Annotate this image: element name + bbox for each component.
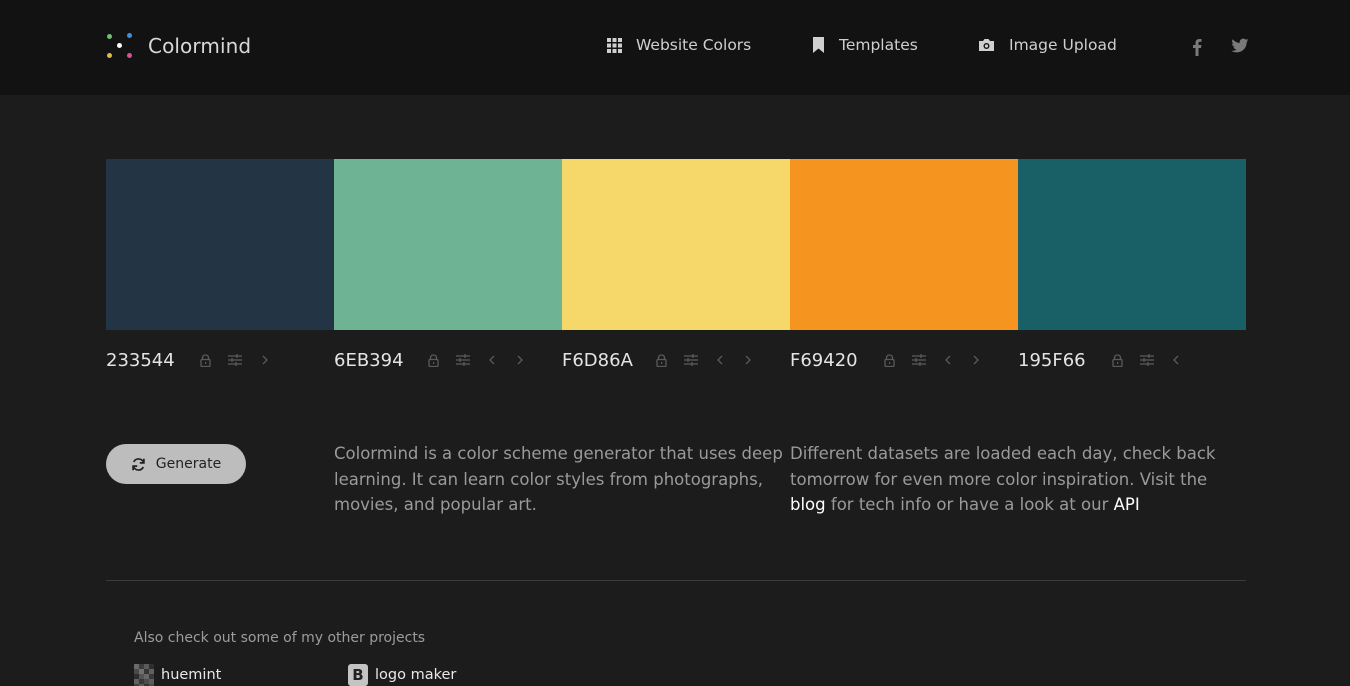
- brand-logo[interactable]: Colormind: [106, 31, 251, 61]
- lock-icon[interactable]: [874, 347, 904, 373]
- blog-link[interactable]: blog: [790, 495, 826, 514]
- camera-icon: [979, 39, 994, 51]
- swatch-1-controls: 233544: [106, 347, 280, 373]
- lock-icon[interactable]: [1102, 347, 1132, 373]
- grid-icon: [607, 37, 622, 53]
- section-divider: [106, 580, 1246, 581]
- chevron-right-icon[interactable]: [506, 347, 534, 373]
- swatch-2[interactable]: [334, 159, 562, 330]
- other-projects-heading: Also check out some of my other projects: [134, 630, 426, 646]
- twitter-icon: [1231, 38, 1249, 53]
- nav-image-upload[interactable]: Image Upload: [978, 36, 1117, 54]
- brand-name: Colormind: [148, 34, 252, 58]
- project-logo-maker-label: logo maker: [375, 667, 457, 683]
- swatch-3[interactable]: [562, 159, 790, 330]
- chevron-right-icon[interactable]: [734, 347, 762, 373]
- project-huemint[interactable]: huemint: [134, 664, 221, 686]
- chevron-left-icon[interactable]: [1162, 347, 1190, 373]
- palette-controls: 233544 6EB394 F6D86A F69420 195F66: [106, 347, 1246, 373]
- generate-button[interactable]: Generate: [106, 444, 246, 484]
- swatch-5[interactable]: [1018, 159, 1246, 330]
- adjust-sliders-icon[interactable]: [904, 347, 934, 373]
- datasets-line-mid: for tech info or have a look at our: [825, 495, 1114, 514]
- refresh-icon: [132, 457, 145, 471]
- nav-templates[interactable]: Templates: [812, 36, 918, 54]
- about-line: Colormind is a color scheme generator th…: [334, 444, 783, 463]
- swatch-5-controls: 195F66: [1018, 347, 1190, 373]
- adjust-sliders-icon[interactable]: [1132, 347, 1162, 373]
- chevron-left-icon[interactable]: [478, 347, 506, 373]
- about-description: Colormind is a color scheme generator th…: [334, 441, 783, 518]
- adjust-sliders-icon[interactable]: [448, 347, 478, 373]
- swatch-2-hex[interactable]: 6EB394: [334, 350, 418, 371]
- nav-website-colors[interactable]: Website Colors: [607, 36, 751, 54]
- project-huemint-label: huemint: [161, 667, 222, 683]
- swatch-3-controls: F6D86A: [562, 347, 762, 373]
- swatch-4-hex[interactable]: F69420: [790, 350, 874, 371]
- swatch-1[interactable]: [106, 159, 334, 330]
- facebook-link[interactable]: [1192, 38, 1202, 60]
- swatch-4-controls: F69420: [790, 347, 990, 373]
- colormind-logo-icon: [106, 31, 134, 61]
- datasets-line: blog for tech info or have a look at our…: [790, 492, 1215, 518]
- chevron-left-icon[interactable]: [706, 347, 734, 373]
- datasets-description: Different datasets are loaded each day, …: [790, 441, 1215, 518]
- swatch-1-hex[interactable]: 233544: [106, 350, 190, 371]
- twitter-link[interactable]: [1231, 38, 1249, 58]
- datasets-line: Different datasets are loaded each day, …: [790, 444, 1216, 463]
- palette-swatches: [106, 159, 1246, 330]
- huemint-logo-icon: [134, 664, 154, 686]
- swatch-3-hex[interactable]: F6D86A: [562, 350, 646, 371]
- datasets-line: tomorrow for even more color inspiration…: [790, 469, 1208, 489]
- swatch-2-controls: 6EB394: [334, 347, 534, 373]
- api-link[interactable]: API: [1114, 495, 1140, 514]
- about-line: movies, and popular art.: [334, 495, 537, 514]
- nav-templates-label: Templates: [839, 36, 918, 54]
- project-logo-maker[interactable]: B logo maker: [348, 664, 456, 686]
- nav-image-upload-label: Image Upload: [1009, 36, 1117, 54]
- lock-icon[interactable]: [646, 347, 676, 373]
- lock-icon[interactable]: [418, 347, 448, 373]
- generate-button-label: Generate: [155, 456, 222, 472]
- chevron-right-icon[interactable]: [962, 347, 990, 373]
- swatch-4[interactable]: [790, 159, 1018, 330]
- chevron-left-icon[interactable]: [934, 347, 962, 373]
- bookmark-icon: [813, 37, 824, 53]
- swatch-5-hex[interactable]: 195F66: [1018, 350, 1102, 371]
- chevron-right-icon[interactable]: [250, 347, 280, 373]
- nav-website-colors-label: Website Colors: [636, 36, 752, 54]
- top-navbar: Colormind Website Colors Templates Image…: [0, 0, 1350, 95]
- about-line: learning. It can learn color styles from…: [334, 469, 763, 489]
- facebook-icon: [1193, 39, 1202, 56]
- lock-icon[interactable]: [190, 347, 220, 373]
- logo-maker-b-icon: B: [348, 664, 368, 686]
- adjust-sliders-icon[interactable]: [676, 347, 706, 373]
- adjust-sliders-icon[interactable]: [220, 347, 250, 373]
